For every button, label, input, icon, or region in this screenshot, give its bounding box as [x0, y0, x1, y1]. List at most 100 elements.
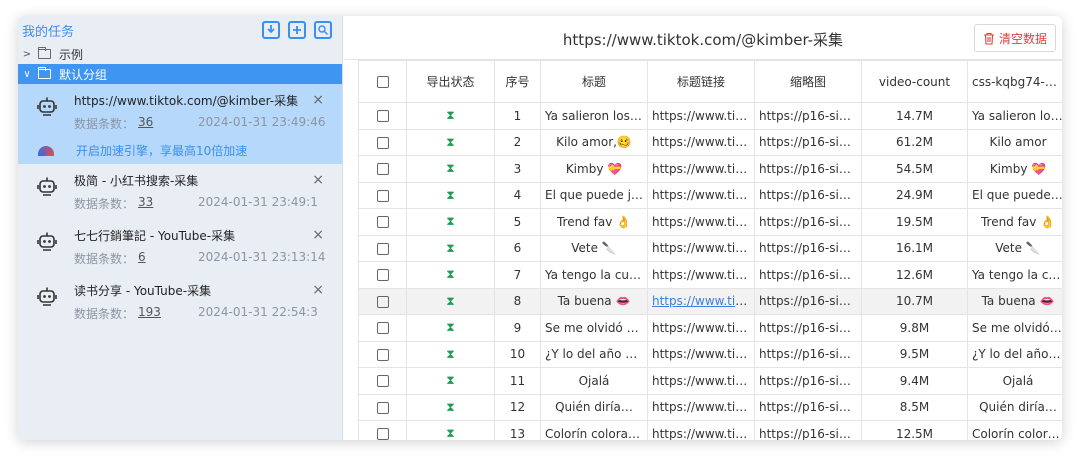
table-row[interactable]: ⧗ 12 Quién diría… https://www.tik… https://p…	[358, 393, 1062, 421]
row-link-cell[interactable]: https://www.tik…	[647, 393, 755, 421]
close-icon[interactable]: ×	[312, 92, 324, 108]
row-checkbox[interactable]	[376, 269, 389, 282]
table-row[interactable]: ⧗ 1 Ya salieron los t… https://www.tik… http…	[358, 102, 1062, 130]
row-link-cell[interactable]: https://www.tik…	[647, 102, 755, 130]
tree-folder-example[interactable]: > 示例	[18, 44, 342, 64]
task-item[interactable]: https://www.tiktok.com/@kimber-采集 数据条数： …	[18, 84, 342, 164]
column-header[interactable]: 缩略图	[754, 60, 862, 103]
row-checkbox[interactable]	[376, 401, 389, 414]
row-link[interactable]: https://www.tik…	[652, 400, 754, 414]
row-css-div: Ya tengo la cue…	[972, 267, 1062, 282]
row-checkbox[interactable]	[376, 110, 389, 123]
row-checkbox-cell[interactable]	[358, 155, 407, 183]
row-link[interactable]: https://www.tik…	[652, 135, 754, 149]
row-link[interactable]: https://www.tik…	[652, 294, 754, 308]
row-checkbox-cell[interactable]	[358, 128, 407, 156]
column-header[interactable]: 导出状态	[406, 60, 495, 103]
row-checkbox[interactable]	[376, 136, 389, 149]
row-link[interactable]: https://www.tik…	[652, 427, 754, 440]
table-row[interactable]: ⧗ 8 Ta buena 👄 https://www.tik… https://p16-…	[358, 287, 1062, 315]
row-link-cell[interactable]: https://www.tik…	[647, 208, 755, 236]
row-link[interactable]: https://www.tik…	[652, 162, 754, 176]
column-header[interactable]: 标题	[540, 60, 648, 103]
table-row[interactable]: ⧗ 3 Kimby 💝 https://www.tik… https://p16-sig…	[358, 155, 1062, 183]
import-icon[interactable]	[262, 21, 280, 39]
row-checkbox-cell[interactable]	[358, 261, 407, 289]
row-link-cell[interactable]: https://www.tik…	[647, 261, 755, 289]
row-link-cell[interactable]: https://www.tik…	[647, 420, 755, 440]
row-checkbox[interactable]	[376, 163, 389, 176]
table-row[interactable]: ⧗ 11 Ojalá https://www.tik… https://p16-sig……	[358, 367, 1062, 395]
row-link-cell[interactable]: https://www.tik…	[647, 155, 755, 183]
add-task-icon[interactable]	[288, 21, 306, 39]
task-count[interactable]: 6	[138, 250, 198, 267]
row-checkbox-cell[interactable]	[358, 102, 407, 130]
row-checkbox-cell[interactable]	[358, 393, 407, 421]
task-count[interactable]: 193	[138, 305, 198, 322]
row-checkbox-cell[interactable]	[358, 287, 407, 315]
row-link[interactable]: https://www.tik…	[652, 321, 754, 335]
select-all-cell[interactable]	[358, 60, 407, 103]
row-link-cell[interactable]: https://www.tik…	[647, 314, 755, 342]
close-icon[interactable]: ×	[312, 172, 324, 188]
row-checkbox[interactable]	[376, 428, 389, 440]
column-header[interactable]: 标题链接	[647, 60, 755, 103]
table-row[interactable]: ⧗ 2 Kilo amor,🥴 https://www.tik… https://p16…	[358, 128, 1062, 156]
row-css-div: Ojalá	[1002, 373, 1034, 388]
table-row[interactable]: ⧗ 4 El que puede ju… https://www.tik… https:…	[358, 181, 1062, 209]
row-checkbox-cell[interactable]	[358, 181, 407, 209]
table-row[interactable]: ⧗ 6 Vete 🔪 https://www.tik… https://p16-sig……	[358, 234, 1062, 262]
row-link-cell[interactable]: https://www.tik…	[647, 367, 755, 395]
table-row[interactable]: ⧗ 13 Colorín colorad… https://www.tik… https…	[358, 420, 1062, 440]
task-count[interactable]: 36	[138, 115, 198, 132]
row-checkbox[interactable]	[376, 322, 389, 335]
row-link-cell[interactable]: https://www.tik…	[647, 287, 755, 315]
row-checkbox-cell[interactable]	[358, 208, 407, 236]
column-header[interactable]: 序号	[494, 60, 541, 103]
row-checkbox[interactable]	[376, 216, 389, 229]
row-checkbox-cell[interactable]	[358, 340, 407, 368]
select-all-checkbox[interactable]	[376, 76, 389, 88]
row-checkbox[interactable]	[376, 295, 389, 308]
row-checkbox-cell[interactable]	[358, 420, 407, 440]
row-title: Ta buena 👄	[557, 294, 631, 309]
close-icon[interactable]: ×	[312, 227, 324, 243]
row-link-cell[interactable]: https://www.tik…	[647, 128, 755, 156]
row-link-cell[interactable]: https://www.tik…	[647, 340, 755, 368]
row-link-cell[interactable]: https://www.tik…	[647, 181, 755, 209]
row-link[interactable]: https://www.tik…	[652, 268, 754, 282]
row-link[interactable]: https://www.tik…	[652, 241, 754, 255]
export-status-icon: ⧗	[446, 240, 455, 255]
column-header[interactable]: css-kqbg74-Div	[967, 60, 1062, 103]
task-item[interactable]: 七七行銷筆記 - YouTube-采集 数据条数： 6 2024-01-31 2…	[18, 219, 342, 274]
row-checkbox[interactable]	[376, 189, 389, 202]
row-video-count: 54.5M	[895, 161, 934, 176]
table-row[interactable]: ⧗ 10 ¿Y lo del año pa… https://www.tik… http…	[358, 340, 1062, 368]
table-row[interactable]: ⧗ 7 Ya tengo la cue… https://www.tik… https:…	[358, 261, 1062, 289]
task-item[interactable]: 极简 - 小红书搜索-采集 数据条数： 33 2024-01-31 23:49:…	[18, 164, 342, 219]
row-checkbox-cell[interactable]	[358, 314, 407, 342]
task-count[interactable]: 33	[138, 195, 198, 212]
row-checkbox-cell[interactable]	[358, 234, 407, 262]
row-link[interactable]: https://www.tik…	[652, 188, 754, 202]
row-link[interactable]: https://www.tik…	[652, 347, 754, 361]
row-checkbox[interactable]	[376, 242, 389, 255]
row-checkbox-cell[interactable]	[358, 367, 407, 395]
table-row[interactable]: ⧗ 5 Trend fav 👌 https://www.tik… https://p16…	[358, 208, 1062, 236]
tree-folder-default[interactable]: ∨ 默认分组	[18, 64, 342, 84]
export-status-icon: ⧗	[446, 108, 455, 123]
search-task-icon[interactable]	[314, 21, 332, 39]
row-link-cell[interactable]: https://www.tik…	[647, 234, 755, 262]
row-checkbox[interactable]	[376, 348, 389, 361]
column-header[interactable]: video-count	[861, 60, 968, 103]
row-checkbox[interactable]	[376, 375, 389, 388]
clear-data-button[interactable]: 清空数据	[973, 24, 1056, 52]
row-link[interactable]: https://www.tik…	[652, 215, 754, 229]
task-item[interactable]: 读书分享 - YouTube-采集 数据条数： 193 2024-01-31 2…	[18, 274, 342, 329]
row-link[interactable]: https://www.tik…	[652, 374, 754, 388]
accel-banner[interactable]: 开启加速引擎，享最高10倍加速	[38, 142, 247, 159]
table-row[interactable]: ⧗ 9 Se me olvidó tu @ https://www.tik… https…	[358, 314, 1062, 342]
row-link[interactable]: https://www.tik…	[652, 109, 754, 123]
close-icon[interactable]: ×	[312, 282, 324, 298]
export-status-icon-cell: ⧗	[406, 393, 495, 421]
